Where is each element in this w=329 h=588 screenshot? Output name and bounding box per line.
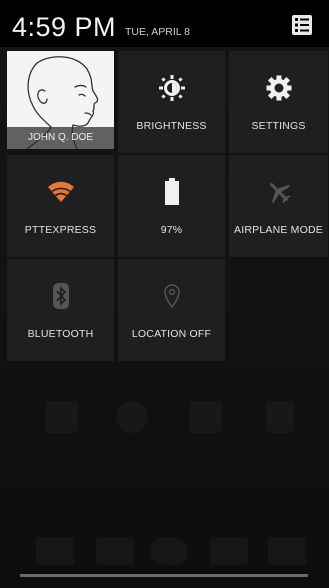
settings-label: SETTINGS [251,120,306,132]
brightness-label: BRIGHTNESS [136,120,207,132]
location-tile[interactable]: LOCATION OFF [118,259,225,361]
airplane-mode-label: AIRPLANE MODE [234,224,323,236]
wifi-icon [46,177,76,207]
airplane-mode-tile[interactable]: AIRPLANE MODE [229,155,328,257]
user-profile-tile[interactable]: JOHN Q. DOE [7,51,114,149]
background-dock-icon [36,537,74,565]
airplane-icon [264,177,294,207]
brightness-icon [157,73,187,103]
background-dock-icon [150,537,188,565]
wifi-tile[interactable]: PTTEXPRESS [7,155,114,257]
bluetooth-label: BLUETOOTH [27,328,94,340]
bluetooth-tile[interactable]: BLUETOOTH [7,259,114,361]
battery-level-label: 97% [160,224,183,236]
background-app-icon [46,401,78,433]
brightness-tile[interactable]: BRIGHTNESS [118,51,225,153]
gear-icon [264,73,294,103]
wifi-network-label: PTTEXPRESS [24,224,97,236]
settings-tile[interactable]: SETTINGS [229,51,328,153]
status-header: 4:59 PM TUE, APRIL 8 [0,0,329,47]
location-icon [157,281,187,311]
drag-handle[interactable] [20,574,308,577]
location-label: LOCATION OFF [131,328,212,340]
background-dock-icon [210,537,248,565]
quick-settings-toggle-icon[interactable] [290,13,314,37]
background-app-icon [266,401,294,433]
background-dock-icon [268,537,306,565]
battery-tile[interactable]: 97% [118,155,225,257]
battery-icon [157,177,187,207]
background-dock-icon [96,537,134,565]
clock-time: 4:59 PM [12,12,117,42]
user-name-label: JOHN Q. DOE [7,127,114,149]
clock-date: TUE, APRIL 8 [125,26,190,38]
bluetooth-icon [46,281,76,311]
background-app-icon [116,401,148,433]
background-app-icon [190,401,222,433]
